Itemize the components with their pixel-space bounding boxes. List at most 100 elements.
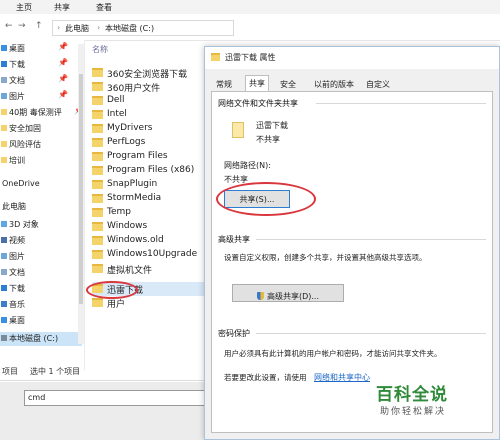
folder-icon [92,222,103,231]
list-item[interactable]: StormMedia [92,192,212,206]
column-header-name[interactable]: 名称 [92,44,108,55]
list-item[interactable]: Temp [92,206,212,220]
list-item[interactable]: 360用户文件 [92,80,212,94]
ribbon-tab-share[interactable]: 共享 [54,2,70,13]
download-icon [1,285,7,291]
pin-icon: 📌 [58,74,68,83]
search-input[interactable]: cmd [24,390,216,406]
nav-item-desktop[interactable]: 桌面 📌 [0,42,82,56]
pin-icon: 📌 [58,58,68,67]
list-item[interactable]: Windows.old [92,234,212,248]
up-arrow-icon[interactable]: ↑ [35,21,43,31]
nav-item-folder-40[interactable]: 40期 毒保测评📌 [0,106,82,120]
nav-scrollbar[interactable] [78,44,84,344]
network-path-label: 网络路径(N): [224,161,271,170]
nav-item-music[interactable]: 音乐 [0,298,82,312]
nav-item-3d-objects[interactable]: 3D 对象 [0,218,82,232]
desktop-icon [1,317,7,323]
list-item[interactable]: Program Files (x86) [92,164,212,178]
nav-item-downloads-pc[interactable]: 下载 [0,282,82,296]
folder-icon [92,236,103,245]
breadcrumb-separator: › [57,23,61,32]
annotation-ellipse-share-button [216,182,316,216]
nav-item-risk[interactable]: 风险评估 [0,138,82,152]
folder-icon [92,208,103,217]
divider [256,333,486,334]
cube-icon [1,221,7,227]
dialog-title: 迅雷下载 属性 [225,53,276,62]
nav-item-pictures-pc[interactable]: 图片 [0,250,82,264]
list-item[interactable]: SnapPlugin [92,178,212,192]
folder-icon [92,194,103,203]
shared-folder-state: 不共享 [256,135,280,144]
advanced-sharing-button[interactable]: 高级共享(D)... [232,284,344,302]
explorer-ribbon: 主页 共享 查看 [0,0,500,15]
folder-icon [92,152,103,161]
folder-icon [92,96,103,105]
ribbon-tab-home[interactable]: 主页 [16,2,32,13]
list-item[interactable]: Intel [92,108,212,122]
address-box[interactable]: › 此电脑 › 本地磁盘 (C:) [52,20,234,36]
status-bar: 项目 选中 1 个项目 [0,366,210,378]
network-sharing-center-link[interactable]: 网络和共享中心 [314,372,370,383]
tab-customize[interactable]: 自定义 [363,77,393,91]
list-item[interactable]: MyDrivers [92,122,212,136]
pin-icon: 📌 [58,42,68,51]
download-icon [1,61,7,67]
nav-item-videos[interactable]: 视频 [0,234,82,248]
tab-sharing[interactable]: 共享 [245,75,269,92]
tab-security[interactable]: 安全 [277,77,299,91]
video-icon [1,237,7,243]
list-item[interactable]: Windows10Upgrade [92,248,212,262]
status-item-count: 项目 [2,367,18,376]
drive-icon [1,335,7,341]
list-item[interactable]: Dell [92,94,212,108]
address-bar-row: ← → ↑ › 此电脑 › 本地磁盘 (C:) [0,14,500,41]
dialog-titlebar[interactable]: 迅雷下载 属性 [205,47,499,69]
desktop-icon [1,45,7,51]
password-protection-description: 用户必须具有此计算机的用户帐户和密码，才能访问共享文件夹。 [224,349,442,358]
nav-item-onedrive[interactable]: OneDrive [0,178,82,192]
nav-item-desktop-pc[interactable]: 桌面 [0,314,82,328]
picture-icon [1,253,7,259]
folder-icon [1,141,7,147]
folder-icon [92,264,103,273]
folder-icon [92,124,103,133]
folder-icon [211,53,220,61]
list-item[interactable]: Windows [92,220,212,234]
breadcrumb-local-disk[interactable]: 本地磁盘 (C:) [105,23,154,34]
nav-item-training[interactable]: 培训 [0,154,82,168]
nav-item-pictures[interactable]: 图片 📌 [0,90,82,104]
navigation-pane: 桌面📌 下载📌 文档📌 图片📌 40期 毒保测评📌 安全加固 风险评估 培训 O… [0,40,85,370]
list-item[interactable]: 虚拟机文件 [92,262,212,276]
forward-arrow-icon[interactable]: → [18,21,26,31]
ribbon-tab-view[interactable]: 查看 [96,2,112,13]
folder-icon [1,157,7,163]
folder-icon [92,250,103,259]
nav-scrollbar-thumb[interactable] [79,74,83,304]
nav-item-local-disk[interactable]: 本地磁盘 (C:) [0,332,82,346]
folder-icon [92,180,103,189]
tab-general[interactable]: 常规 [213,77,235,91]
folder-icon [92,110,103,119]
annotation-ellipse-folder [86,281,138,299]
nav-item-documents[interactable]: 文档 📌 [0,74,82,88]
folder-icon [92,298,103,307]
nav-item-documents-pc[interactable]: 文档 [0,266,82,280]
breadcrumb-this-pc[interactable]: 此电脑 [65,23,89,34]
watermark-title: 百科全说 [376,385,448,405]
password-protection-section-title: 密码保护 [218,329,250,338]
picture-icon [1,93,7,99]
list-item[interactable]: Program Files [92,150,212,164]
nav-item-this-pc[interactable]: 此电脑 [0,200,82,214]
tab-previous-versions[interactable]: 以前的版本 [311,77,357,91]
folder-icon [1,125,7,131]
shield-icon [256,292,264,300]
nav-item-downloads[interactable]: 下载 📌 [0,58,82,72]
list-item[interactable]: PerfLogs [92,136,212,150]
back-arrow-icon[interactable]: ← [5,21,13,31]
folder-icon [1,109,7,115]
folder-icon [92,166,103,175]
nav-item-security[interactable]: 安全加固 [0,122,82,136]
list-item[interactable]: 360安全浏览器下载 [92,66,212,80]
